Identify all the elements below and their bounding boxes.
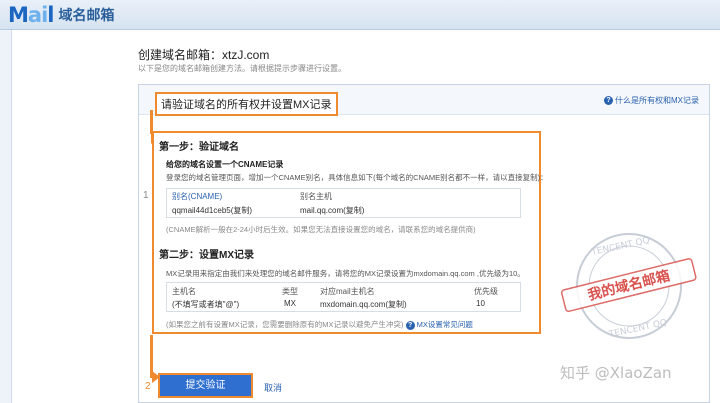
logo-mail-wordmark: Mail <box>8 3 55 27</box>
app-logo[interactable]: Mail 域名邮箱 <box>8 3 115 27</box>
mx-type-value: MX <box>284 299 296 308</box>
question-circle-icon: ? <box>405 321 415 330</box>
mx-faq-link[interactable]: MX设置常见问题 <box>417 320 473 329</box>
submit-verify-button[interactable]: 提交验证 <box>158 373 253 398</box>
cancel-link[interactable]: 取消 <box>264 381 282 394</box>
zhihu-watermark: 知乎 @XlaoZan <box>560 364 672 382</box>
mx-mailhost-value[interactable]: mxdomain.qq.com(复制) <box>320 299 407 310</box>
step-number-1: 1 <box>143 190 149 201</box>
top-bar: Mail 域名邮箱 <box>0 0 720 30</box>
step-number-2: 2 <box>145 381 151 392</box>
mx-col-type: 类型 <box>282 287 298 296</box>
mx-priority-value: 10 <box>476 299 485 308</box>
verify-section-title: 请验证域名的所有权并设置MX记录 <box>155 92 338 116</box>
mx-col-priority: 优先级 <box>474 287 498 296</box>
mx-col-host: 主机名 <box>172 287 196 296</box>
cname-col-host: 别名主机 <box>300 192 332 201</box>
page-title: 创建域名邮箱：xtzJ.com <box>138 48 270 62</box>
cname-host-value[interactable]: mail.qq.com(复制) <box>300 205 364 216</box>
step2-description: MX记录用来指定由我们来处理您的域名邮件服务，请将您的MX记录设置为mxdoma… <box>166 269 525 278</box>
page-subtitle: 以下是您的域名邮箱创建方法。请根据提示步骤进行设置。 <box>138 64 346 73</box>
step1-title: 第一步：验证域名 <box>159 142 239 153</box>
step1-note: (CNAME解析一般在2-24小时后生效。如果您无法直接设置您的域名，请联系您的… <box>166 225 476 234</box>
step2-title: 第二步：设置MX记录 <box>159 250 254 261</box>
mx-host-value: (不填写或者填"@") <box>172 300 240 309</box>
logo-product-name: 域名邮箱 <box>58 7 115 23</box>
help-link-label: 什么是所有权和MX记录 <box>615 96 699 105</box>
qq-stamp-seal: TENCENT QQ TENCENT QQ 我的域名邮箱 <box>560 233 697 340</box>
stamp-center-text: 我的域名邮箱 <box>586 267 672 304</box>
left-sidebar <box>0 30 12 403</box>
step1-subtitle: 给您的域名设置一个CNAME记录 <box>166 160 284 169</box>
question-circle-icon: ? <box>604 96 613 105</box>
cname-alias-value[interactable]: qqmail44d1ceb5(复制) <box>172 205 252 216</box>
mx-col-mailhost: 对应mail主机名 <box>320 287 375 296</box>
stamp-top-text: TENCENT QQ <box>590 236 651 258</box>
step1-description: 登录您的域名管理页面，增加一个CNAME别名，具体信息如下(每个域名的CNAME… <box>166 173 548 182</box>
cname-col-alias: 别名(CNAME) <box>172 192 223 201</box>
step2-note-text: (如果您之前有设置MX记录，您需要删除原有的MX记录以避免产生冲突) <box>166 320 404 329</box>
help-link[interactable]: ? 什么是所有权和MX记录 <box>604 95 699 106</box>
step2-note: (如果您之前有设置MX记录，您需要删除原有的MX记录以避免产生冲突) ? MX设置… <box>166 319 473 330</box>
